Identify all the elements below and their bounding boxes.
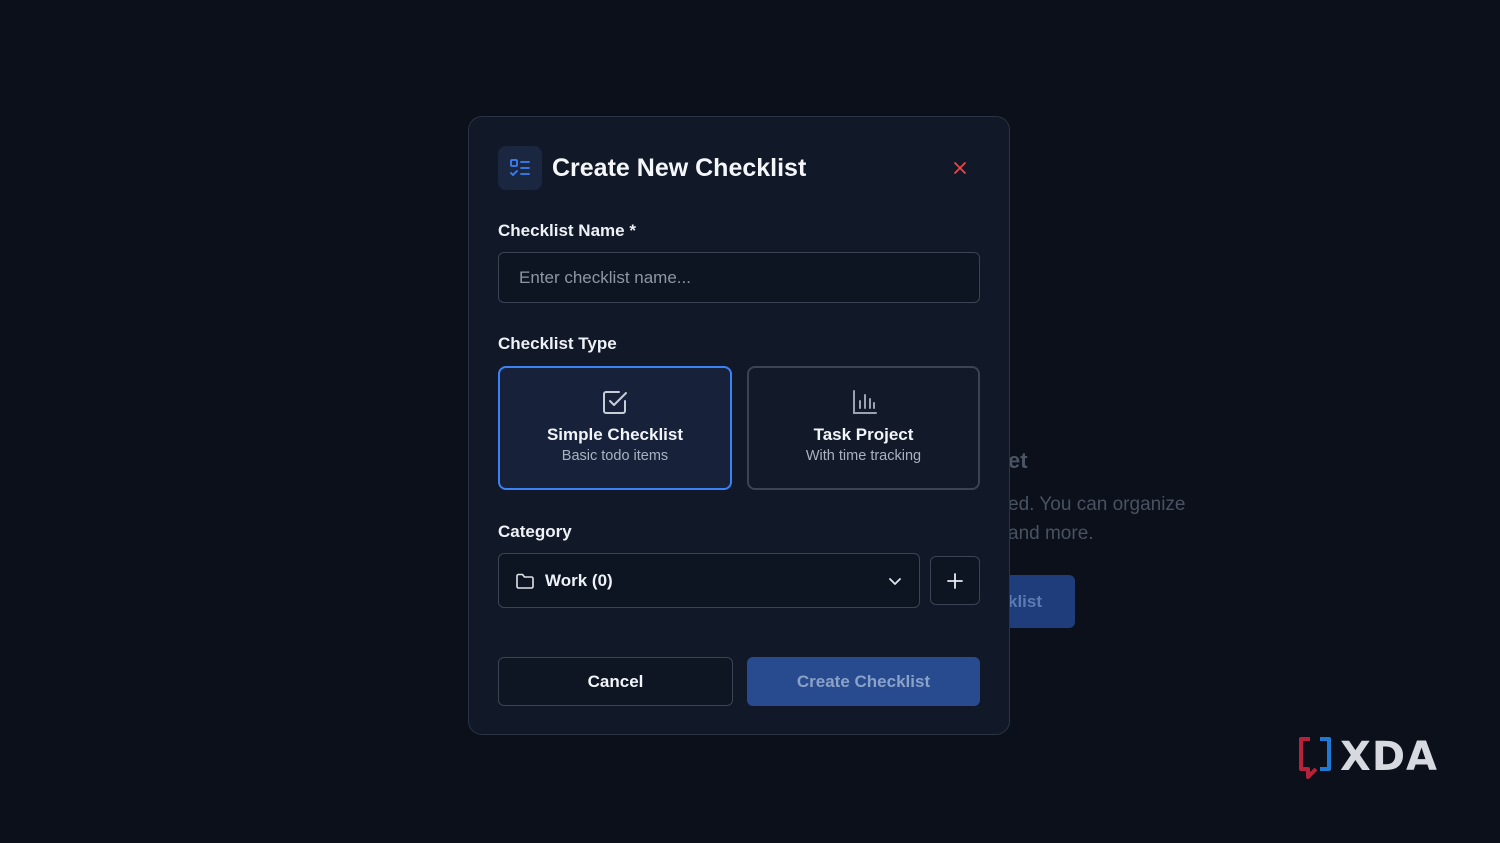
type-option-title: Task Project — [813, 425, 914, 444]
xda-watermark: XDA — [1298, 734, 1438, 780]
checklist-type-label: Checklist Type — [498, 334, 617, 353]
folder-icon — [516, 573, 534, 589]
type-option-subtitle: With time tracking — [805, 448, 922, 464]
cancel-button[interactable]: Cancel — [498, 657, 733, 706]
create-checklist-button[interactable]: Create Checklist — [747, 657, 980, 706]
add-category-button[interactable] — [930, 556, 980, 605]
checklist-icon — [498, 146, 542, 190]
chevron-down-icon — [889, 577, 901, 585]
close-button[interactable] — [948, 156, 972, 180]
category-label: Category — [498, 522, 572, 541]
background-text-line: ed. You can organize — [1008, 494, 1186, 515]
bar-chart-icon — [850, 388, 878, 416]
create-checklist-modal: Create New Checklist Checklist Name * Ch… — [468, 116, 1010, 735]
checkbox-icon — [601, 388, 629, 416]
background-description: ed. You can organize and more. — [1008, 490, 1186, 548]
category-select[interactable]: Work (0) — [498, 553, 920, 608]
type-option-title: Simple Checklist — [546, 425, 684, 444]
modal-title: Create New Checklist — [552, 153, 807, 182]
checklist-name-input[interactable] — [498, 252, 980, 303]
plus-icon — [947, 572, 963, 589]
close-icon — [954, 162, 966, 174]
category-selected-value: Work (0) — [545, 570, 613, 590]
background-heading: et — [1008, 448, 1028, 473]
checklist-name-label: Checklist Name * — [498, 221, 636, 240]
type-option-subtitle: Basic todo items — [561, 448, 669, 464]
watermark-text: XDA — [1340, 734, 1438, 780]
background-text-line: and more. — [1008, 523, 1094, 544]
type-option-task-project[interactable]: Task Project With time tracking — [747, 366, 980, 490]
xda-logo-icon — [1299, 737, 1331, 779]
type-option-simple-checklist[interactable]: Simple Checklist Basic todo items — [498, 366, 732, 490]
modal-header: Create New Checklist — [498, 146, 980, 190]
